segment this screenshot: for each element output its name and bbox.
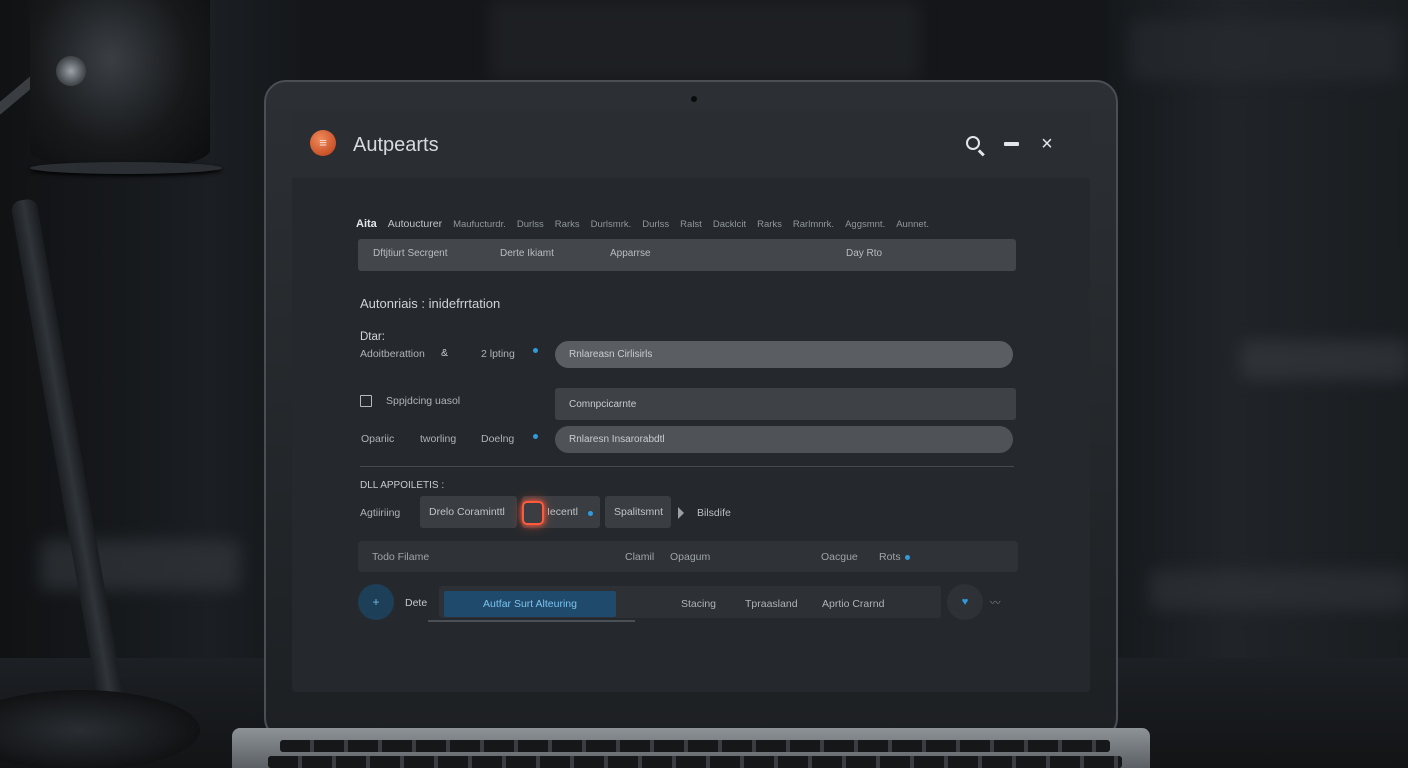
column-header[interactable]: Todo Filame [372, 551, 429, 563]
row-underline [428, 620, 635, 622]
table-header: Todo Filame Clamil Opagum Oacgue Rots [358, 541, 1018, 572]
menu-item[interactable]: Rarks [555, 219, 580, 230]
menu-item[interactable]: Rarks [757, 219, 782, 230]
table-cell: Tpraasland [745, 598, 798, 610]
action-label: Bilsdife [697, 507, 731, 519]
actions-heading: DLL APPOILETIS : [360, 480, 445, 491]
menu-bar: Aita Autoucturer Maufucturdr. Durlss Rar… [356, 216, 1016, 232]
column-header[interactable]: Oacgue [821, 551, 858, 563]
background-shelf [1150, 570, 1408, 610]
keyboard-row [280, 740, 1110, 752]
status-dot [533, 348, 538, 353]
webcam [691, 96, 697, 102]
text-field[interactable]: Rnlaresn Insarorabdtl [555, 426, 1013, 453]
section-title: Autonriais : inidefrrtation [360, 296, 501, 311]
field-label: Dtar: [360, 331, 385, 343]
table-cell: Stacing [681, 598, 717, 610]
section-divider [360, 466, 1014, 467]
background-shelf [1130, 20, 1400, 80]
tab-item[interactable]: Day Rto [846, 248, 882, 259]
lamp-shade [30, 0, 210, 170]
app-title: Autpearts [353, 134, 439, 156]
actions-label: Agtiiriing [360, 507, 401, 519]
background-shelf [1240, 340, 1408, 380]
column-header[interactable]: Rots [879, 551, 901, 563]
action-chip[interactable]: Drelo Coraminttl [420, 496, 517, 528]
table-cell: Aprtio Crarnd [822, 598, 885, 610]
row-label: Dete [405, 597, 428, 609]
close-icon[interactable]: × [1035, 132, 1059, 156]
wave-icon: 〰 [990, 597, 1001, 609]
field-label: 2 lpting [481, 348, 515, 360]
minimize-icon[interactable] [1000, 132, 1024, 156]
field-label: tworling [420, 433, 457, 445]
menu-item[interactable]: Durlss [517, 219, 544, 230]
status-dot [588, 511, 593, 516]
field-label: Doelng [481, 433, 515, 445]
menu-item[interactable]: Durlsmrk. [591, 219, 632, 230]
menu-item[interactable]: Ralst [680, 219, 702, 230]
checkbox-label: Sppjdcing uasol [386, 395, 461, 407]
text-field[interactable]: Comnpcicarnte [555, 388, 1016, 420]
menu-item[interactable]: Maufucturdr. [453, 219, 506, 230]
menu-brand: Aita [356, 218, 377, 230]
menu-item[interactable]: Rarlmnrk. [793, 219, 834, 230]
play-icon[interactable] [678, 507, 684, 519]
column-header[interactable]: Clamil [625, 551, 654, 563]
status-dot [905, 555, 910, 560]
field-label: Opariic [361, 433, 395, 445]
menu-item[interactable]: Dacklcit [713, 219, 746, 230]
menu-item[interactable]: Durlss [642, 219, 669, 230]
tab-bar: Dftjtiurt Secrgent Derte Ikiamt Apparrse… [358, 239, 1016, 271]
background-object [40, 540, 240, 590]
field-label: & [441, 347, 449, 359]
checkbox-icon[interactable] [360, 395, 372, 407]
tab-item[interactable]: Apparrse [610, 248, 651, 259]
app-window: ≡ Autpearts × Aita Autoucturer Maufuctur… [292, 112, 1090, 692]
field-label: Adoitberattion [360, 348, 425, 360]
lamp-joint [56, 56, 86, 86]
tab-item[interactable]: Dftjtiurt Secrgent [373, 248, 447, 259]
background-right [1108, 0, 1408, 768]
tab-item[interactable]: Derte Ikiamt [500, 248, 554, 259]
status-dot [533, 434, 538, 439]
menu-item[interactable]: Aggsmnt. [845, 219, 885, 230]
title-bar: ≡ Autpearts × [292, 112, 1090, 178]
menu-item[interactable]: Autoucturer [388, 218, 442, 230]
heart-icon[interactable]: ♥ [947, 584, 983, 620]
selected-row-cell[interactable]: Autfar Surt Alteuring [444, 591, 616, 617]
add-icon[interactable]: + [358, 584, 394, 620]
action-chip[interactable]: Spalitsmnt [605, 496, 671, 528]
highlight-marker[interactable] [522, 501, 544, 525]
lamp-rim [30, 162, 222, 174]
keyboard-row [268, 756, 1122, 768]
search-icon[interactable] [962, 132, 986, 156]
menu-item[interactable]: Aunnet. [896, 219, 929, 230]
text-field[interactable]: Rnlareasn Cirlisirls [555, 341, 1013, 368]
menu-icon[interactable]: ≡ [310, 130, 336, 156]
background-object [490, 0, 920, 80]
column-header[interactable]: Opagum [670, 551, 710, 563]
